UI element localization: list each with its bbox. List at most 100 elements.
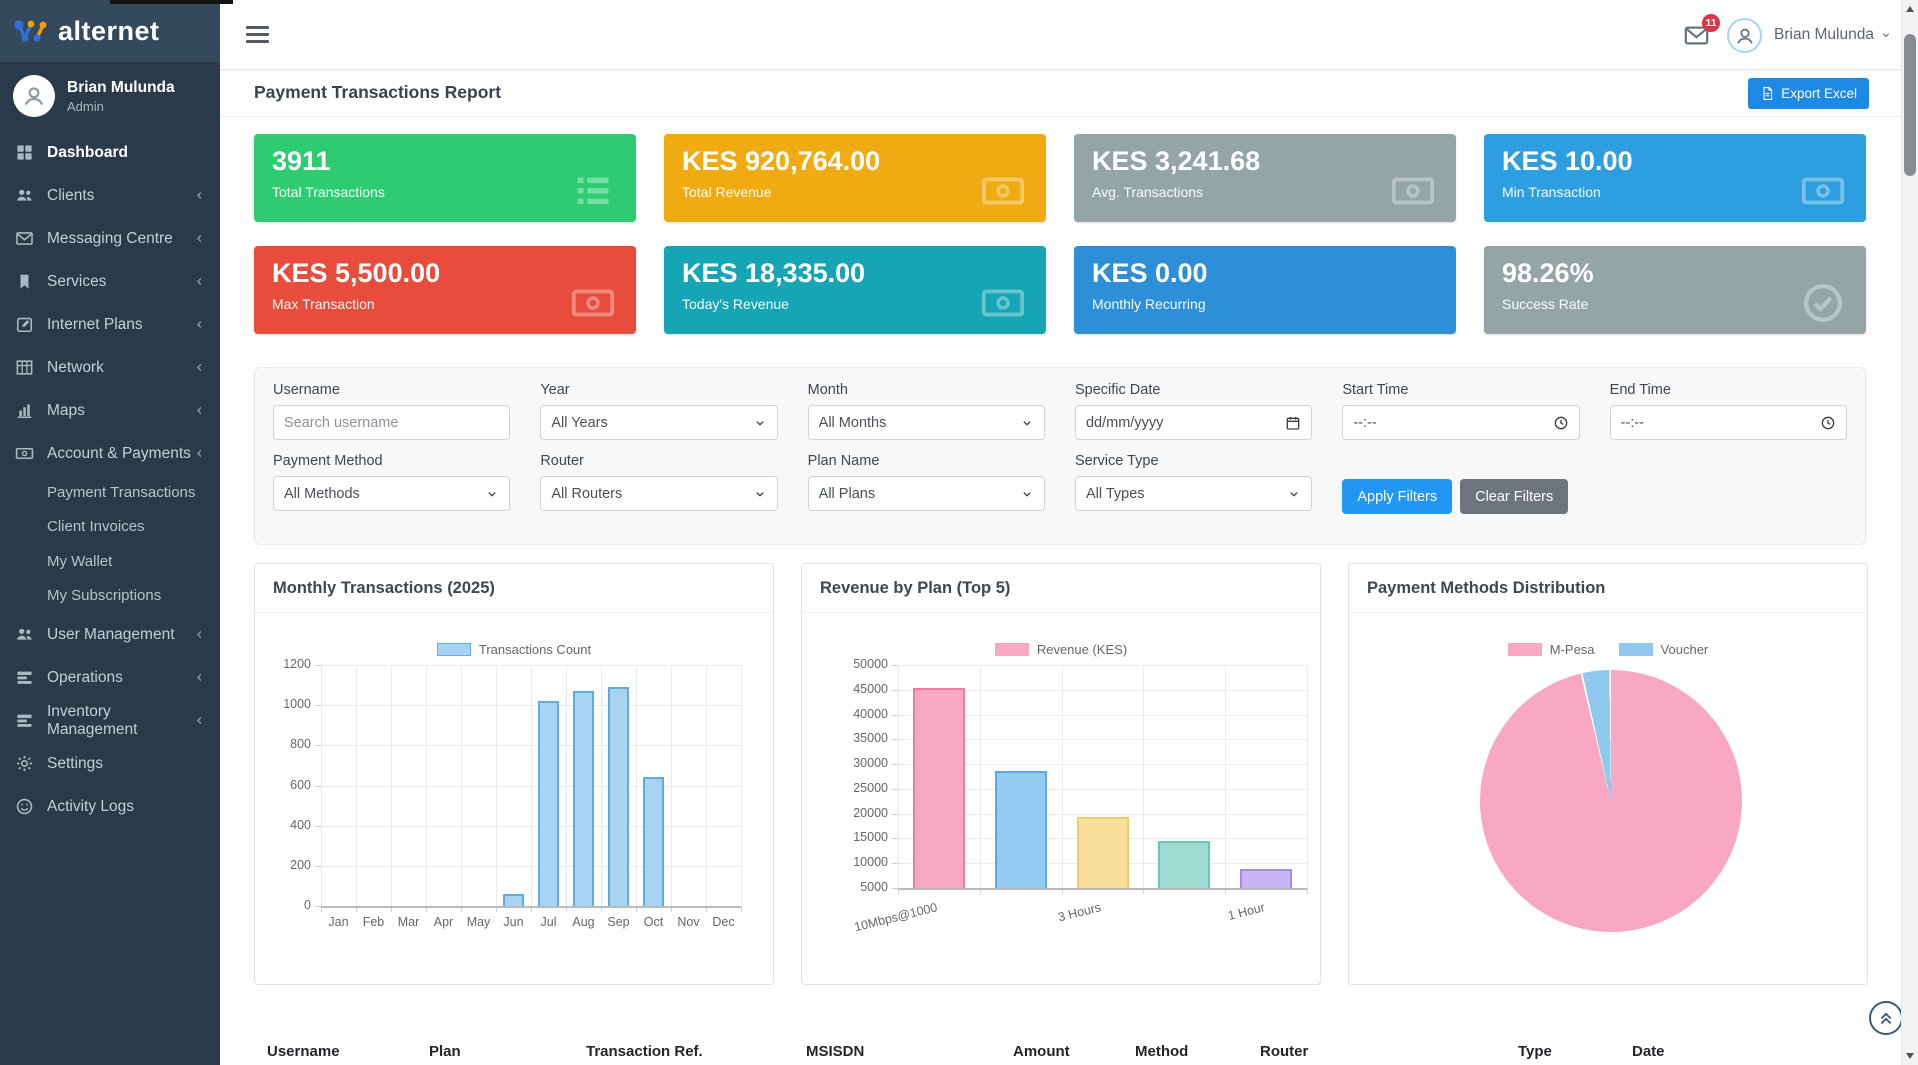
stat-value: 98.26% [1502, 259, 1848, 289]
sidebar-item-my-wallet[interactable]: My Wallet [0, 544, 220, 579]
y-tick-label: 25000 [836, 781, 888, 795]
stat-label: Today's Revenue [682, 296, 1028, 312]
month-select[interactable]: All Months [808, 405, 1045, 440]
legend-item-transactions-count[interactable]: Transactions Count [437, 642, 591, 657]
stat-value: KES 10.00 [1502, 147, 1848, 177]
stat-label: Monthly Recurring [1092, 296, 1438, 312]
filter-panel: UsernameYearAll YearsMonthAll MonthsSpec… [254, 367, 1866, 545]
sidebar-item-messaging-centre[interactable]: Messaging Centre [0, 217, 220, 260]
filter-field-year: YearAll Years [540, 382, 777, 440]
x-tick-label: 1 Hour [1226, 900, 1266, 923]
sidebar-item-operations[interactable]: Operations [0, 656, 220, 699]
filter-field-end-time: End Time --:-- [1610, 382, 1847, 440]
legend-label: M-Pesa [1550, 642, 1595, 657]
sidebar-item-payment-transactions[interactable]: Payment Transactions [0, 475, 220, 510]
apply-filters-button[interactable]: Apply Filters [1342, 479, 1452, 514]
year-select[interactable]: All Years [540, 405, 777, 440]
sidebar-item-network[interactable]: Network [0, 346, 220, 389]
x-tick-label: Aug [566, 915, 601, 929]
filter-field-router: Router All Routers [540, 453, 777, 514]
sidebar: alternet Brian Mulunda Admin DashboardCl… [0, 0, 220, 1065]
sidebar-item-account-payments[interactable]: Account & Payments [0, 432, 220, 475]
chart-legend: M-Pesa Voucher [1349, 642, 1867, 657]
chart-title: Monthly Transactions (2025) [255, 564, 773, 613]
plan-name-select[interactable]: All Plans [808, 476, 1045, 511]
legend-item-voucher[interactable]: Voucher [1619, 642, 1709, 657]
money-icon [15, 444, 35, 463]
caret-down-icon [753, 487, 767, 501]
stat-label: Min Transaction [1502, 184, 1848, 200]
service-type-select[interactable]: All Types [1075, 476, 1312, 511]
profile-role: Admin [67, 99, 175, 114]
payment-method-select[interactable]: All Methods [273, 476, 510, 511]
end-time-time[interactable]: --:-- [1610, 405, 1847, 440]
start-time-time[interactable]: --:-- [1342, 405, 1579, 440]
brand[interactable]: alternet [0, 0, 220, 62]
sidebar-item-internet-plans[interactable]: Internet Plans [0, 303, 220, 346]
sidebar-item-label: My Wallet [47, 553, 112, 570]
bar-5 [503, 894, 524, 906]
stat-card-min-transaction: KES 10.00 Min Transaction [1484, 134, 1866, 222]
sidebar-item-label: Messaging Centre [47, 230, 173, 248]
table-header-row: UsernamePlanTransaction Ref.MSISDNAmount… [220, 1043, 1901, 1065]
sidebar-item-label: User Management [47, 626, 175, 644]
specific-date-date[interactable]: dd/mm/yyyy [1075, 405, 1312, 440]
filter-field-month: MonthAll Months [808, 382, 1045, 440]
select-value: All Routers [551, 486, 622, 502]
y-tick-label: 15000 [836, 830, 888, 844]
sidebar-item-my-subscriptions[interactable]: My Subscriptions [0, 579, 220, 614]
vertical-scrollbar[interactable] [1901, 0, 1918, 1065]
legend-item-m-pesa[interactable]: M-Pesa [1508, 642, 1595, 657]
user-avatar[interactable] [1727, 18, 1762, 53]
check-icon [1800, 280, 1846, 326]
filter-label: End Time [1610, 382, 1847, 398]
sidebar-item-client-invoices[interactable]: Client Invoices [0, 510, 220, 545]
select-value: All Plans [819, 486, 875, 502]
chart-legend: Transactions Count [255, 642, 773, 657]
sidebar-item-label: Settings [47, 755, 103, 773]
chevron-left-icon [193, 714, 206, 727]
scroll-to-top-button[interactable] [1869, 1001, 1903, 1035]
filter-label: Router [540, 453, 777, 469]
chart-title: Revenue by Plan (Top 5) [802, 564, 1320, 613]
x-tick-label: Apr [426, 915, 461, 929]
chevron-left-icon [193, 189, 206, 202]
notifications-envelope-icon[interactable]: 11 [1683, 22, 1710, 49]
legend-item-revenue-kes[interactable]: Revenue (KES) [995, 642, 1127, 657]
y-tick-label: 200 [259, 858, 311, 872]
caret-down-icon [1020, 487, 1034, 501]
gear-icon [15, 754, 35, 773]
user-menu[interactable]: Brian Mulunda [1774, 26, 1892, 44]
select-value: All Months [819, 415, 887, 431]
stat-label: Success Rate [1502, 296, 1848, 312]
sidebar-item-activity-logs[interactable]: Activity Logs [0, 785, 220, 828]
column-header-date: Date [1632, 1043, 1665, 1060]
x-tick-label: 3 Hours [1056, 900, 1102, 924]
sidebar-item-user-management[interactable]: User Management [0, 613, 220, 656]
column-header-method: Method [1135, 1043, 1188, 1060]
money-icon [1390, 168, 1436, 214]
chart-legend: Revenue (KES) [802, 642, 1320, 657]
router-select[interactable]: All Routers [540, 476, 777, 511]
money-icon [980, 168, 1026, 214]
sidebar-item-maps[interactable]: Maps [0, 389, 220, 432]
scrollbar-thumb[interactable] [1904, 34, 1916, 176]
export-excel-button[interactable]: Export Excel [1748, 78, 1869, 109]
x-tick-label: Oct [636, 915, 671, 929]
sidebar-item-services[interactable]: Services [0, 260, 220, 303]
sidebar-item-dashboard[interactable]: Dashboard [0, 131, 220, 174]
clear-filters-button[interactable]: Clear Filters [1460, 479, 1568, 514]
table-icon [15, 358, 35, 377]
sidebar-item-settings[interactable]: Settings [0, 742, 220, 785]
hamburger-menu-button[interactable] [246, 26, 269, 47]
sidebar-item-inventory-management[interactable]: Inventory Management [0, 699, 220, 742]
chart-canvas: Revenue (KES)500010000150002000025000300… [802, 613, 1320, 984]
scrollbar-up-arrow[interactable] [1906, 6, 1914, 12]
sidebar-item-clients[interactable]: Clients [0, 174, 220, 217]
y-tick-label: 0 [259, 898, 311, 912]
y-tick-label: 5000 [836, 880, 888, 894]
scrollbar-down-arrow[interactable] [1906, 1053, 1914, 1059]
chart-card-monthly-transactions-2025: Monthly Transactions (2025) Transactions … [254, 563, 774, 985]
legend-swatch [995, 643, 1029, 656]
username-input[interactable] [273, 405, 510, 440]
